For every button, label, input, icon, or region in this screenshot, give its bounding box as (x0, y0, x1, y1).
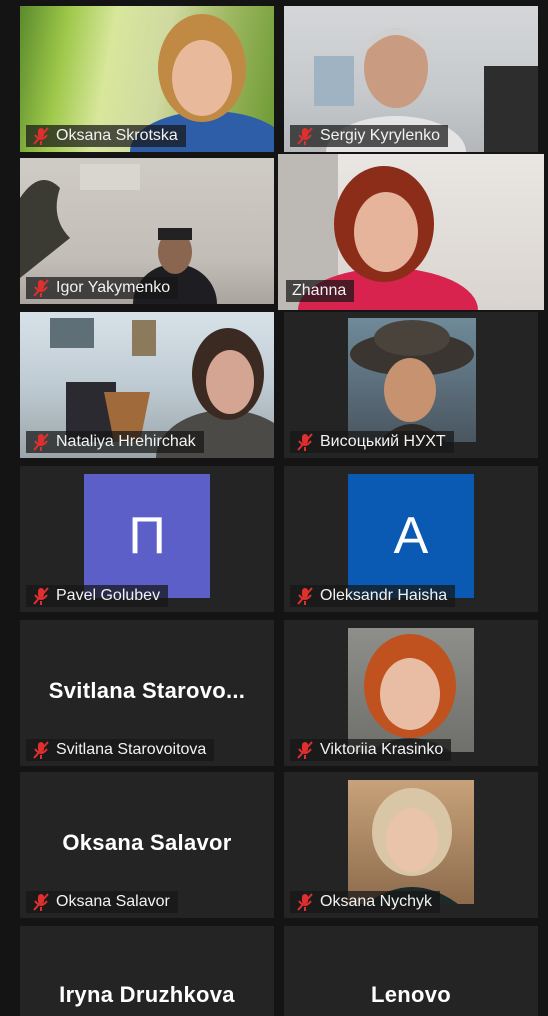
name-label: Zhanna (286, 280, 355, 302)
participant-tile-vysotskyi-nukht[interactable]: Висоцький НУХТ (284, 312, 538, 458)
name-label: Висоцький НУХТ (290, 431, 454, 453)
participant-tile-lenovo[interactable]: Lenovo (284, 926, 538, 1016)
muted-mic-icon (33, 587, 49, 605)
profile-photo-image (364, 634, 456, 752)
name-label: Oksana Salavor (26, 891, 178, 913)
name-label: Igor Yakymenko (26, 277, 179, 299)
name-label: Oleksandr Haisha (290, 585, 456, 607)
muted-mic-icon (297, 127, 313, 145)
participant-tile-viktoriia-krasinko[interactable]: Viktoriia Krasinko (284, 620, 538, 766)
participant-name: Oksana Nychyk (320, 893, 433, 910)
participant-display-name: Lenovo (370, 982, 452, 1007)
muted-mic-icon (33, 893, 49, 911)
name-label: Pavel Golubev (26, 585, 169, 607)
name-label: Svitlana Starovoitova (26, 739, 215, 761)
avatar: П (84, 474, 210, 598)
participant-tile-sergiy-kyrylenko[interactable]: Sergiy Kyrylenko (284, 6, 538, 152)
profile-photo-image (350, 320, 474, 442)
name-label: Sergiy Kyrylenko (290, 125, 449, 147)
muted-mic-icon (33, 279, 49, 297)
participant-name: Svitlana Starovoitova (56, 741, 207, 758)
profile-picture (348, 780, 474, 904)
name-label: Oksana Nychyk (290, 891, 441, 913)
profile-picture (348, 318, 476, 442)
participant-tile-oksana-salavor[interactable]: Oksana Salavor Oksana Salavor (20, 772, 274, 918)
participant-name: Висоцький НУХТ (320, 433, 446, 450)
participant-name: Nataliya Hrehirchak (56, 433, 196, 450)
participant-display-name: Oksana Salavor (62, 830, 232, 855)
participant-tile-iryna-druzhkova[interactable]: Iryna Druzhkova (20, 926, 274, 1016)
participant-display-name: Svitlana Starovo... (48, 678, 246, 703)
muted-mic-icon (297, 433, 313, 451)
muted-mic-icon (33, 433, 49, 451)
muted-mic-icon (33, 741, 49, 759)
participant-tile-igor-yakymenko[interactable]: Igor Yakymenko (20, 158, 274, 304)
participant-tile-oksana-nychyk[interactable]: Oksana Nychyk (284, 772, 538, 918)
participant-tile-oleksandr-haisha[interactable]: A Oleksandr Haisha (284, 466, 538, 612)
name-label: Nataliya Hrehirchak (26, 431, 204, 453)
profile-picture (348, 628, 474, 752)
participant-name: Oksana Skrotska (56, 127, 178, 144)
participant-tile-pavel-golubev[interactable]: П Pavel Golubev (20, 466, 274, 612)
name-label: Viktoriia Krasinko (290, 739, 452, 761)
participant-tile-oksana-skrotska[interactable]: Oksana Skrotska (20, 6, 274, 152)
name-label: Oksana Skrotska (26, 125, 186, 147)
muted-mic-icon (297, 893, 313, 911)
participant-name: Sergiy Kyrylenko (320, 127, 441, 144)
muted-mic-icon (297, 587, 313, 605)
profile-photo-image (366, 788, 458, 904)
participant-name: Oksana Salavor (56, 893, 170, 910)
muted-mic-icon (297, 741, 313, 759)
participant-display-name: Iryna Druzhkova (59, 982, 235, 1007)
muted-mic-icon (33, 127, 49, 145)
participant-name: Pavel Golubev (56, 587, 161, 604)
participant-name: Oleksandr Haisha (320, 587, 448, 604)
avatar: A (348, 474, 474, 598)
participant-name: Viktoriia Krasinko (320, 741, 444, 758)
participant-name: Zhanna (292, 282, 347, 299)
participant-tile-zhanna-active-speaker[interactable]: Zhanna (278, 154, 544, 310)
participant-tile-nataliya-hrehirchak[interactable]: Nataliya Hrehirchak (20, 312, 274, 458)
participant-name: Igor Yakymenko (56, 279, 171, 296)
participant-tile-svitlana-starovoitova[interactable]: Svitlana Starovo... Svitlana Starovoitov… (20, 620, 274, 766)
